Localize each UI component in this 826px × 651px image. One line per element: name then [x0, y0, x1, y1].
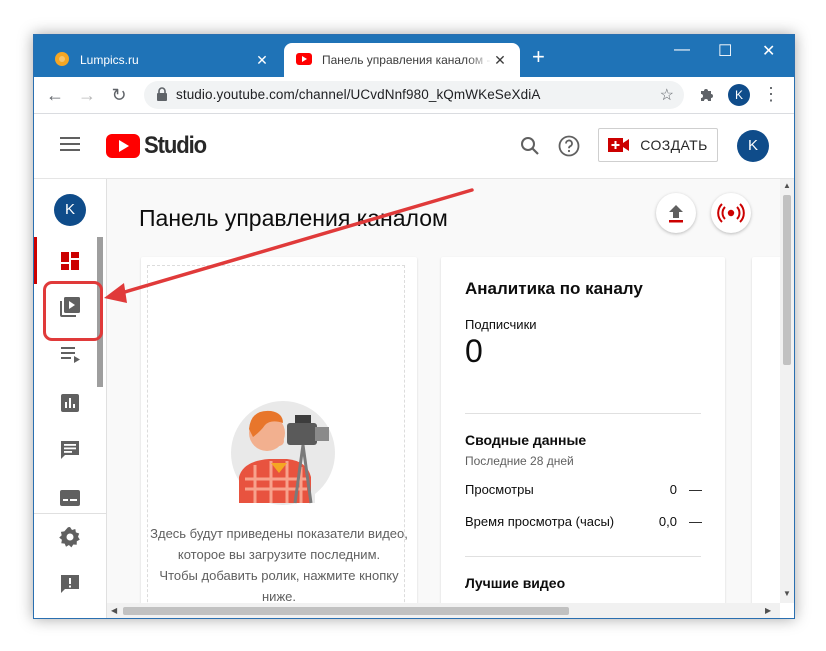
annotation-arrow-icon [104, 188, 474, 303]
